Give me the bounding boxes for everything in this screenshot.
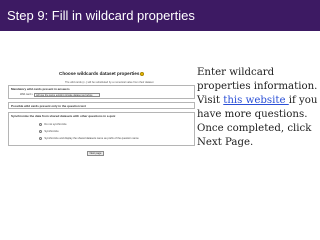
radio-label: Synchronize: [44, 130, 59, 134]
wildcard-dataset-select[interactable]: will use the same existing private datas…: [34, 92, 100, 97]
possible-wildcards-section: Possible wild cards present only in the …: [8, 102, 195, 109]
radio-button[interactable]: [39, 130, 43, 134]
slide-title-bar: Step 9: Fill in wildcard properties: [0, 0, 320, 31]
moodle-form-screenshot: Choose wildcards dataset properties The …: [7, 71, 197, 158]
radio-label: Do not synchronize: [44, 123, 67, 127]
help-website-link[interactable]: this website: [223, 95, 289, 106]
next-page-button[interactable]: Next page: [87, 151, 104, 156]
instructions-text: Enter wildcard properties information. V…: [197, 66, 320, 150]
form-heading-text: Choose wildcards dataset properties: [59, 71, 140, 76]
sync-option-yes[interactable]: Synchronize: [39, 130, 59, 134]
section-legend: Synchronize the data from shared dataset…: [11, 114, 116, 118]
form-intro: The wild cards {x..} will be substituted…: [65, 81, 154, 84]
section-legend: Possible wild cards present only in the …: [11, 104, 86, 108]
mandatory-wildcards-section: Mandatory wild cards present in answers …: [8, 85, 195, 99]
wildcard-label: Wild card x: [20, 93, 33, 96]
help-icon[interactable]: [140, 71, 145, 76]
synchronize-section: Synchronize the data from shared dataset…: [8, 112, 195, 146]
radio-button[interactable]: [39, 137, 43, 141]
form-heading: Choose wildcards dataset properties: [59, 71, 145, 76]
section-legend: Mandatory wild cards present in answers: [11, 87, 70, 91]
slide-title: Step 9: Fill in wildcard properties: [7, 8, 195, 23]
radio-label: Synchronize and display the shared datas…: [44, 137, 139, 141]
sync-option-no[interactable]: Do not synchronize: [39, 123, 67, 127]
sync-option-prefix[interactable]: Synchronize and display the shared datas…: [39, 137, 139, 141]
radio-button[interactable]: [39, 123, 43, 127]
